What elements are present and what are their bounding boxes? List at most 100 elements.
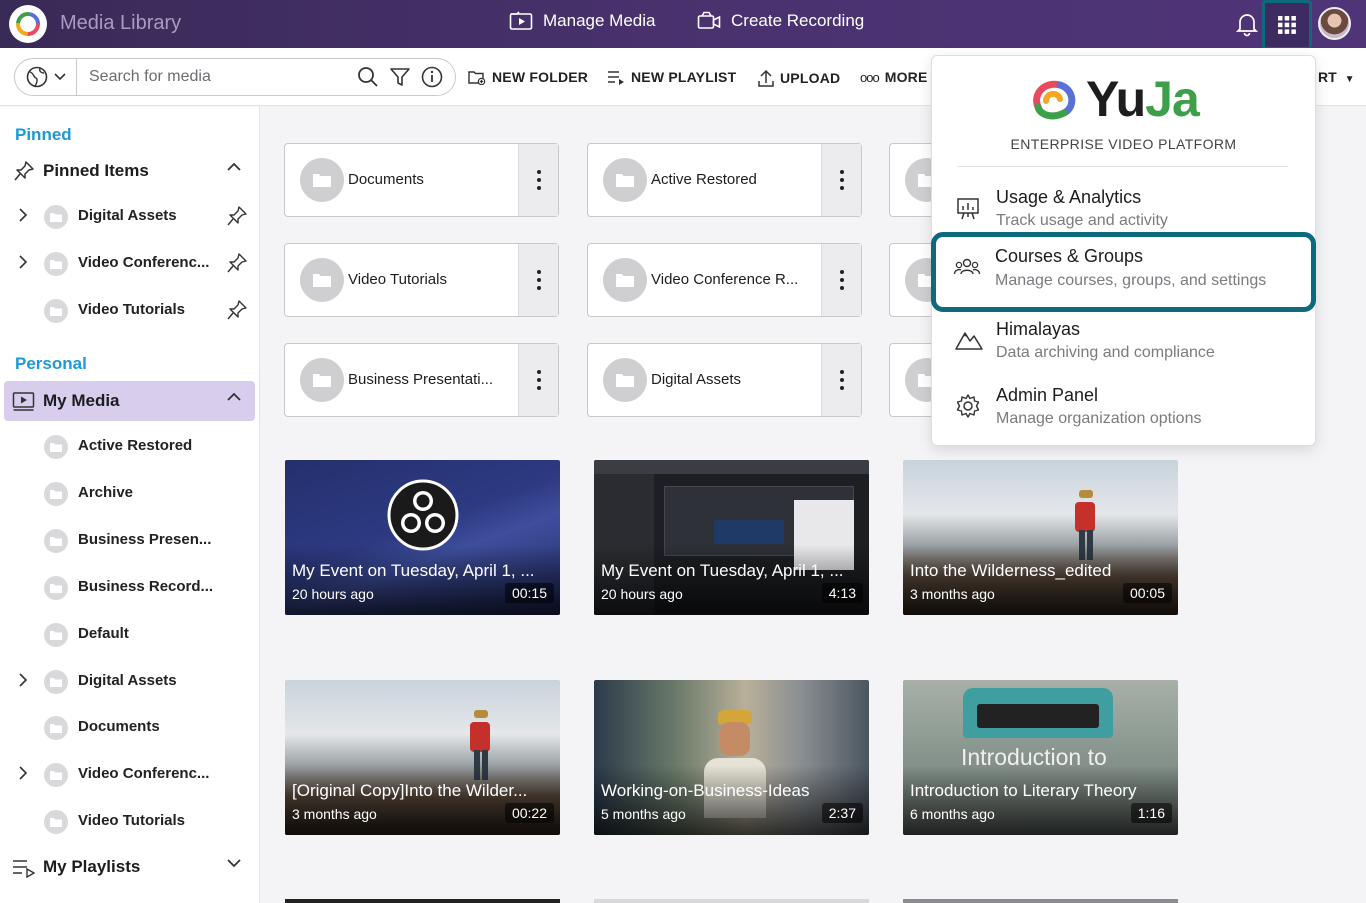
sidebar-item-label: Business Presen... [78, 531, 212, 548]
sort-button[interactable]: RT ▼ [1318, 69, 1354, 85]
pin-icon[interactable] [226, 299, 248, 321]
sidebar-item-digital-assets[interactable]: Digital Assets [0, 661, 258, 701]
sidebar-item-business-presentations[interactable]: Business Presen... [0, 520, 258, 560]
more-dots-icon: ooo [860, 69, 880, 85]
folder-icon [603, 258, 647, 302]
media-title: Working-on-Business-Ideas [601, 781, 810, 800]
sidebar-item-label: Archive [78, 484, 134, 501]
folder-card[interactable]: Video Conference R... [587, 243, 862, 317]
notifications-bell-icon[interactable] [1234, 11, 1260, 42]
sidebar-item-video-tutorials[interactable]: Video Tutorials [0, 801, 258, 841]
menu-item-title: Usage & Analytics [996, 187, 1142, 207]
info-icon[interactable] [421, 66, 443, 88]
group-people-icon [953, 258, 981, 275]
kebab-menu-icon[interactable] [821, 244, 861, 316]
sidebar-item-archive[interactable]: Archive [0, 473, 258, 513]
chevron-right-icon[interactable] [18, 208, 28, 222]
create-recording-link[interactable]: Create Recording [697, 11, 864, 31]
media-age: 3 months ago [292, 806, 377, 822]
new-folder-button[interactable]: NEW FOLDER [468, 69, 588, 85]
folder-icon [44, 529, 68, 553]
manage-media-link[interactable]: Manage Media [509, 11, 655, 31]
folder-icon [44, 299, 68, 323]
folder-icon [300, 158, 344, 202]
media-tile-partial [594, 899, 869, 903]
sidebar-item-pinned-video-conference[interactable]: Video Conferenc... [0, 243, 258, 283]
media-tile-partial [903, 899, 1178, 903]
my-media-group[interactable]: My Media [4, 381, 255, 421]
sidebar-item-label: Business Record... [78, 578, 214, 595]
more-button[interactable]: ooo MORE [860, 69, 928, 85]
personal-section-title: Personal [15, 354, 87, 373]
pinned-items-group[interactable]: Pinned Items [4, 151, 255, 191]
sidebar-item-pinned-video-tutorials[interactable]: Video Tutorials [0, 290, 258, 330]
media-tile[interactable]: [Original Copy]Into the Wilder... 3 mont… [285, 680, 560, 835]
sidebar-item-default[interactable]: Default [0, 614, 258, 654]
sidebar-item-documents[interactable]: Documents [0, 707, 258, 747]
filter-icon[interactable] [389, 66, 411, 88]
folder-icon [44, 810, 68, 834]
my-playlists-group[interactable]: My Playlists [4, 847, 255, 887]
folder-name: Video Conference R... [651, 271, 799, 288]
yuja-brand-logo: YuJa [1028, 70, 1200, 128]
menu-item-admin-panel[interactable]: Admin Panel Manage organization options [932, 380, 1315, 440]
menu-item-courses-groups[interactable]: Courses & Groups Manage courses, groups,… [931, 232, 1316, 312]
chevron-up-icon[interactable] [226, 162, 242, 172]
folder-icon [44, 252, 68, 276]
kebab-menu-icon[interactable] [518, 344, 558, 416]
sidebar-item-video-conference[interactable]: Video Conferenc... [0, 754, 258, 794]
sidebar-item-label: Digital Assets [78, 672, 177, 689]
chevron-right-icon[interactable] [18, 255, 28, 269]
yuja-logo-icon[interactable] [9, 5, 47, 43]
folder-card[interactable]: Documents [284, 143, 559, 217]
sidebar-item-pinned-digital-assets[interactable]: Digital Assets [0, 196, 258, 236]
mountain-icon [955, 332, 983, 350]
media-duration: 00:05 [1122, 583, 1172, 603]
typewriter-figure [963, 688, 1113, 738]
media-tile[interactable]: My Event on Tuesday, April 1, ... 20 hou… [285, 460, 560, 615]
kebab-menu-icon[interactable] [821, 344, 861, 416]
upload-button[interactable]: UPLOAD [758, 69, 840, 87]
caret-down-icon: ▼ [1344, 74, 1355, 85]
sidebar-item-active-restored[interactable]: Active Restored [0, 426, 258, 466]
new-folder-label: NEW FOLDER [492, 69, 589, 85]
folder-icon [44, 205, 68, 229]
media-tile[interactable]: Working-on-Business-Ideas 5 months ago 2… [594, 680, 869, 835]
playlist-icon [13, 860, 36, 878]
folder-card[interactable]: Business Presentati... [284, 343, 559, 417]
sidebar-item-business-recordings[interactable]: Business Record... [0, 567, 258, 607]
chevron-right-icon[interactable] [18, 673, 28, 687]
menu-item-himalayas[interactable]: Himalayas Data archiving and compliance [932, 314, 1315, 374]
scope-dropdown[interactable] [15, 59, 77, 95]
kebab-menu-icon[interactable] [518, 144, 558, 216]
menu-item-title: Admin Panel [996, 385, 1099, 405]
folder-icon [44, 482, 68, 506]
brand-tagline: ENTERPRISE VIDEO PLATFORM [1010, 136, 1237, 152]
media-title: [Original Copy]Into the Wilder... [292, 781, 528, 800]
pin-icon[interactable] [226, 252, 248, 274]
folder-card[interactable]: Active Restored [587, 143, 862, 217]
folder-card[interactable]: Video Tutorials [284, 243, 559, 317]
folder-name: Active Restored [651, 171, 757, 188]
chevron-down-icon[interactable] [226, 858, 242, 868]
media-tile[interactable]: My Event on Tuesday, April 1, ... 20 hou… [594, 460, 869, 615]
chevron-right-icon[interactable] [18, 766, 28, 780]
kebab-menu-icon[interactable] [821, 144, 861, 216]
kebab-menu-icon[interactable] [518, 244, 558, 316]
media-tile[interactable]: Into the Wilderness_edited 3 months ago … [903, 460, 1178, 615]
media-tile[interactable]: Introduction to Introduction to Literary… [903, 680, 1178, 835]
play-folder-icon [509, 11, 533, 30]
pin-icon[interactable] [226, 205, 248, 227]
folder-icon [603, 358, 647, 402]
media-duration: 2:37 [821, 803, 863, 823]
folder-card[interactable]: Digital Assets [587, 343, 862, 417]
apps-grid-button[interactable] [1262, 0, 1312, 50]
folder-name: Documents [348, 171, 424, 188]
user-avatar[interactable] [1318, 7, 1351, 40]
new-playlist-label: NEW PLAYLIST [631, 69, 737, 85]
new-playlist-button[interactable]: NEW PLAYLIST [607, 69, 736, 85]
search-input[interactable] [89, 68, 349, 86]
search-icon[interactable] [357, 66, 379, 88]
chevron-up-icon[interactable] [226, 392, 242, 402]
media-age: 3 months ago [910, 586, 995, 602]
